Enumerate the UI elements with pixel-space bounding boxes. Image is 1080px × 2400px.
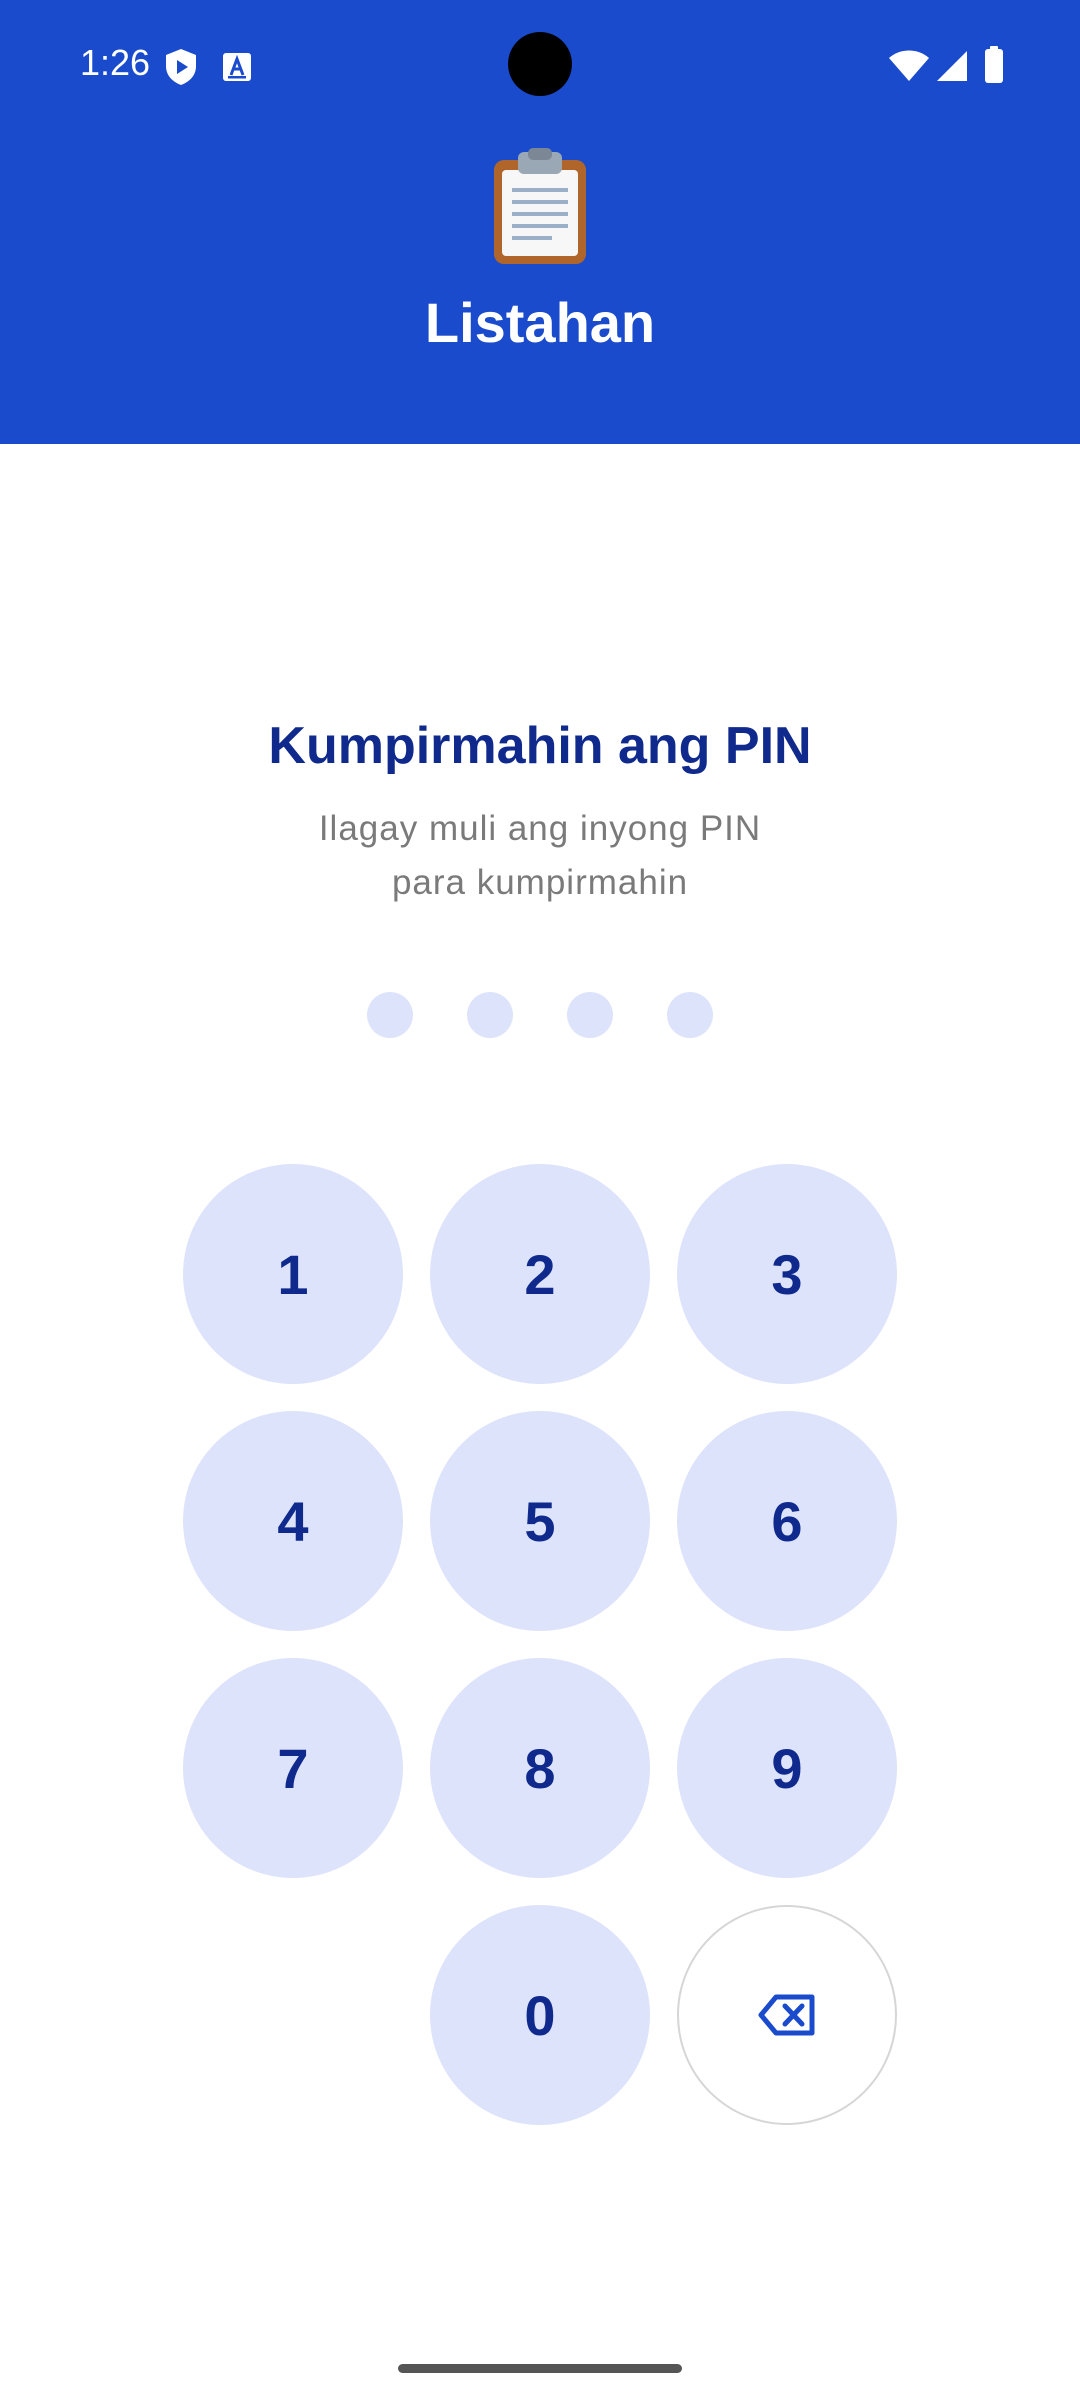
app-header: 1:26 Listahan xyxy=(0,0,1080,444)
signal-icon xyxy=(937,51,967,81)
key-4[interactable]: 4 xyxy=(183,1411,403,1631)
backspace-button[interactable] xyxy=(677,1905,897,2125)
pin-dot-4 xyxy=(667,992,713,1038)
translate-a-icon xyxy=(223,53,251,81)
key-0[interactable]: 0 xyxy=(430,1905,650,2125)
subtitle-line-2: para kumpirmahin xyxy=(391,863,689,902)
subtitle-line-1: Ilagay muli ang inyong PIN xyxy=(318,809,762,848)
battery-icon xyxy=(985,46,1003,83)
key-3[interactable]: 3 xyxy=(677,1164,897,1384)
shield-play-icon xyxy=(166,49,196,85)
confirm-pin-title: Kumpirmahin ang PIN xyxy=(268,717,812,775)
clipboard-icon xyxy=(494,148,586,264)
home-indicator[interactable] xyxy=(398,2364,682,2373)
pin-dot-2 xyxy=(467,992,513,1038)
key-2[interactable]: 2 xyxy=(430,1164,650,1384)
camera-cutout xyxy=(508,32,572,96)
key-7[interactable]: 7 xyxy=(183,1658,403,1878)
app-title: Listahan xyxy=(424,291,656,354)
key-8[interactable]: 8 xyxy=(430,1658,650,1878)
key-5[interactable]: 5 xyxy=(430,1411,650,1631)
confirm-pin-subtitle: Ilagay muli ang inyong PIN para kumpirma… xyxy=(0,802,1080,910)
pin-indicator xyxy=(0,992,1080,1040)
pin-dot-1 xyxy=(367,992,413,1038)
pin-dot-3 xyxy=(567,992,613,1038)
key-1[interactable]: 1 xyxy=(183,1164,403,1384)
backspace-icon xyxy=(758,1994,815,2036)
key-9[interactable]: 9 xyxy=(677,1658,897,1878)
status-time: 1:26 xyxy=(80,42,151,83)
wifi-icon xyxy=(889,50,929,81)
key-6[interactable]: 6 xyxy=(677,1411,897,1631)
status-bar: 1:26 xyxy=(0,0,1080,130)
